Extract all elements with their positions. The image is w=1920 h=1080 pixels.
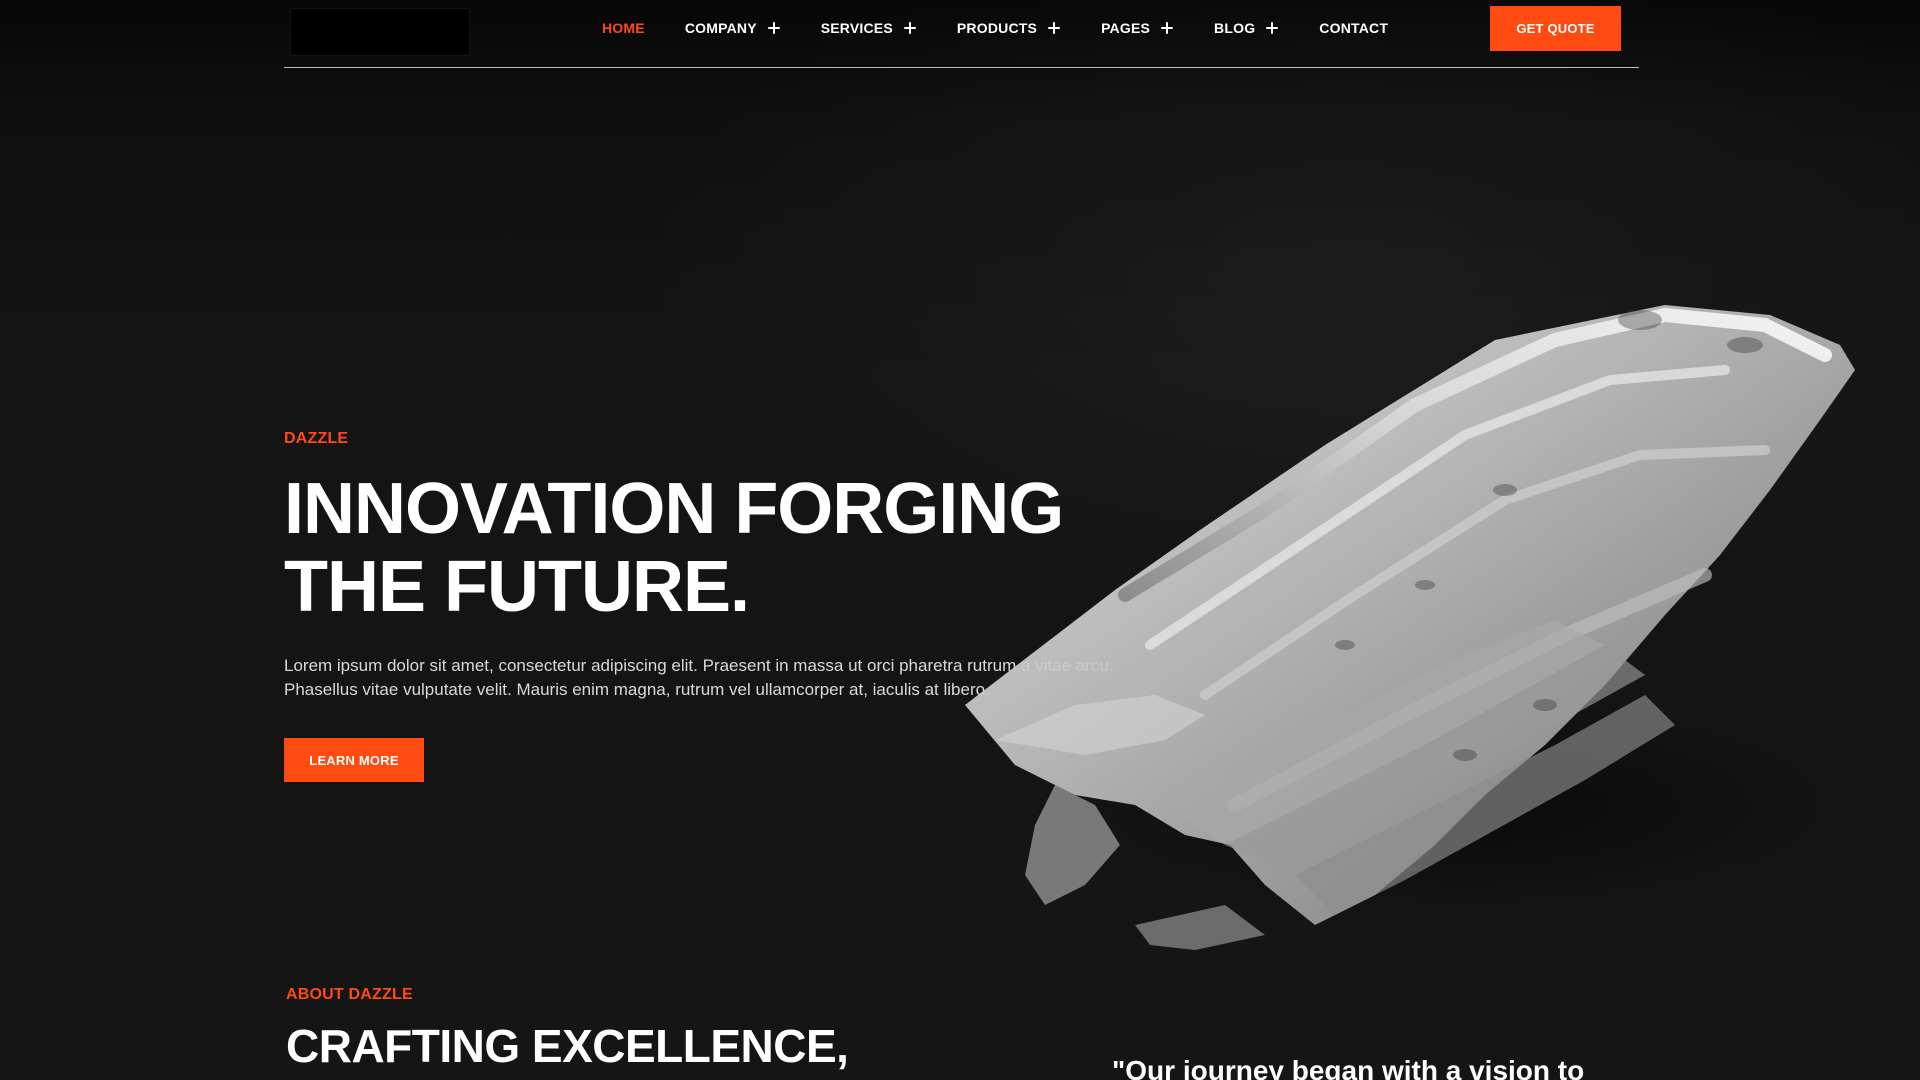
nav-item-label: SERVICES bbox=[820, 20, 893, 36]
hero-section: DAZZLE INNOVATION FORGING THE FUTURE. Lo… bbox=[284, 430, 1184, 782]
nav-item-label: COMPANY bbox=[684, 20, 757, 36]
hero-title-line-2: THE FUTURE. bbox=[284, 547, 750, 627]
holes bbox=[1335, 310, 1763, 761]
main-nav: HOME COMPANY SERVICES PRODUCTS PAGES BLO… bbox=[602, 0, 1428, 56]
nav-item-blog[interactable]: BLOG bbox=[1214, 0, 1279, 56]
hero-eyebrow: DAZZLE bbox=[284, 430, 349, 447]
front-suspension-mount bbox=[1025, 785, 1120, 905]
learn-more-button[interactable]: LEARN MORE bbox=[284, 738, 424, 782]
get-quote-button[interactable]: GET QUOTE bbox=[1490, 6, 1621, 51]
nav-item-services[interactable]: SERVICES bbox=[821, 0, 917, 56]
nav-item-contact[interactable]: CONTACT bbox=[1319, 0, 1388, 56]
floor-rail bbox=[1228, 568, 1712, 812]
nav-item-label: PRODUCTS bbox=[956, 20, 1038, 36]
nav-item-pages[interactable]: PAGES bbox=[1101, 0, 1174, 56]
plus-icon[interactable] bbox=[767, 21, 781, 35]
plus-icon[interactable] bbox=[1047, 21, 1061, 35]
front-lower-bar bbox=[1135, 905, 1265, 950]
hero-title: INNOVATION FORGING THE FUTURE. bbox=[284, 470, 1184, 626]
plus-icon[interactable] bbox=[1265, 21, 1279, 35]
header: HOME COMPANY SERVICES PRODUCTS PAGES BLO… bbox=[284, 0, 1639, 70]
nav-item-home[interactable]: HOME bbox=[602, 0, 645, 56]
upper-pillar bbox=[1145, 365, 1730, 650]
about-quote: "Our journey began with a vision to bbox=[1112, 1055, 1585, 1080]
nav-item-products[interactable]: PRODUCTS bbox=[957, 0, 1061, 56]
nav-item-label: PAGES bbox=[1101, 20, 1151, 36]
hero-description: Lorem ipsum dolor sit amet, consectetur … bbox=[284, 654, 1144, 702]
nav-item-label: HOME bbox=[602, 20, 645, 36]
learn-more-label: LEARN MORE bbox=[309, 752, 399, 768]
nav-item-label: BLOG bbox=[1214, 20, 1256, 36]
mid-rail bbox=[1200, 445, 1770, 700]
hero-title-line-1: INNOVATION FORGING bbox=[284, 469, 1064, 549]
about-title: CRAFTING EXCELLENCE, bbox=[286, 1020, 849, 1072]
nav-item-label: CONTACT bbox=[1319, 20, 1389, 36]
get-quote-label: GET QUOTE bbox=[1516, 21, 1595, 36]
roof-rail bbox=[1118, 308, 1832, 602]
about-section: ABOUT DAZZLE CRAFTING EXCELLENCE, bbox=[286, 986, 1186, 1072]
header-divider bbox=[284, 67, 1639, 68]
plus-icon[interactable] bbox=[903, 21, 917, 35]
nav-item-company[interactable]: COMPANY bbox=[685, 0, 781, 56]
hero-description-line-2: Phasellus vitae vulputate velit. Mauris … bbox=[284, 680, 990, 699]
floor-panels bbox=[1165, 620, 1675, 915]
about-eyebrow: ABOUT DAZZLE bbox=[286, 986, 413, 1003]
plus-icon[interactable] bbox=[1160, 21, 1174, 35]
hero-description-line-1: Lorem ipsum dolor sit amet, consectetur … bbox=[284, 656, 1114, 675]
logo-placeholder[interactable] bbox=[290, 8, 470, 56]
